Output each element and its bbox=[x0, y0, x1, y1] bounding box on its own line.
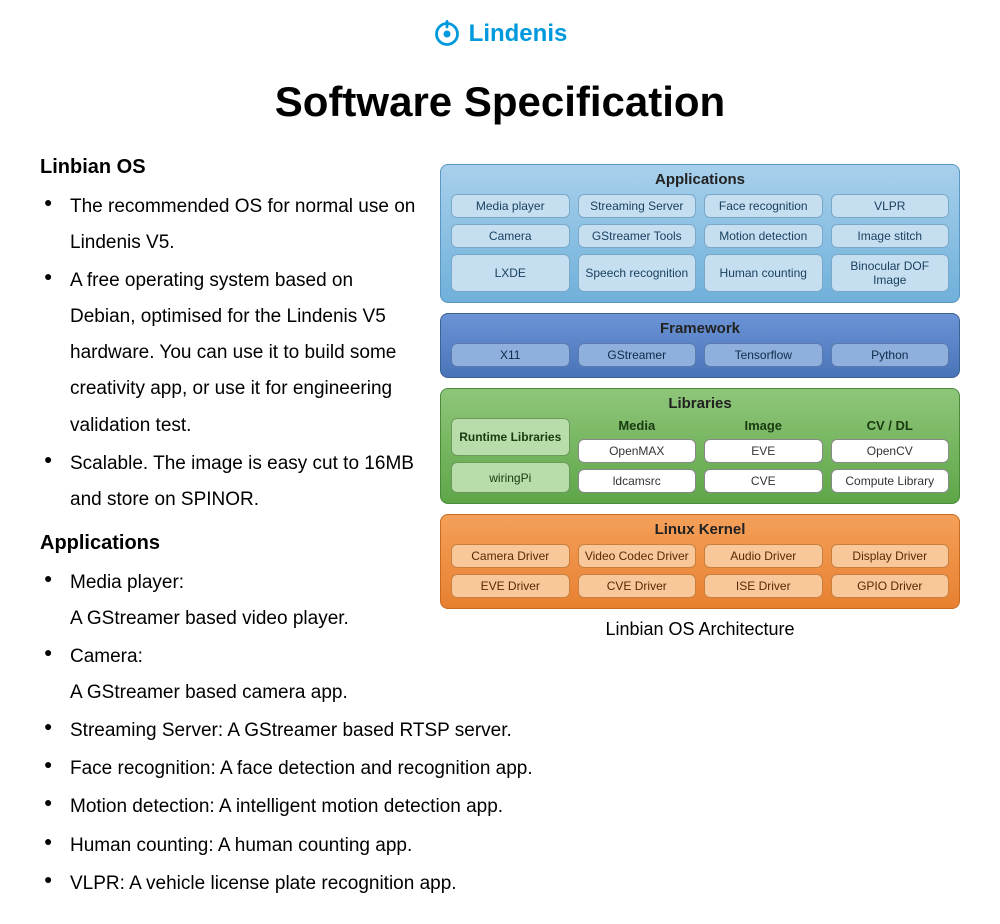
bullet: The recommended OS for normal use on Lin… bbox=[40, 189, 420, 261]
wiringpi-box: wiringPi bbox=[451, 462, 570, 493]
arch-box: Camera bbox=[451, 224, 570, 248]
app-item: Media player: A GStreamer based video pl… bbox=[40, 565, 420, 637]
arch-box: ldcamsrc bbox=[578, 469, 697, 493]
layer-kernel: Linux Kernel Camera Driver Video Codec D… bbox=[440, 514, 960, 609]
bullet: A free operating system based on Debian,… bbox=[40, 263, 420, 443]
arch-box: EVE bbox=[704, 439, 823, 463]
arch-box: ISE Driver bbox=[704, 574, 823, 598]
arch-box: Image stitch bbox=[831, 224, 950, 248]
applications-heading: Applications bbox=[40, 532, 420, 555]
arch-box: Python bbox=[831, 343, 950, 367]
arch-box: Compute Library bbox=[831, 469, 950, 493]
arch-box: GStreamer Tools bbox=[578, 224, 697, 248]
app-item: Face recognition: A face detection and r… bbox=[40, 751, 960, 787]
arch-box: Tensorflow bbox=[704, 343, 823, 367]
applications-list-top: Media player: A GStreamer based video pl… bbox=[40, 565, 420, 711]
page-title: Software Specification bbox=[40, 78, 960, 126]
linbian-heading: Linbian OS bbox=[40, 156, 420, 179]
app-item: Human counting: A human counting app. bbox=[40, 828, 960, 864]
arch-box: CVE bbox=[704, 469, 823, 493]
arch-box: X11 bbox=[451, 343, 570, 367]
layer-framework: Framework X11 GStreamer Tensorflow Pytho… bbox=[440, 313, 960, 378]
arch-box: CVE Driver bbox=[578, 574, 697, 598]
arch-box: Face recognition bbox=[704, 194, 823, 218]
app-item: VLPR: A vehicle license plate recognitio… bbox=[40, 866, 960, 902]
arch-box: Human counting bbox=[704, 254, 823, 292]
arch-box: Media player bbox=[451, 194, 570, 218]
applications-list-bottom: Streaming Server: A GStreamer based RTSP… bbox=[40, 713, 960, 901]
brand-logo: Lindenis bbox=[40, 20, 960, 48]
arch-box: VLPR bbox=[831, 194, 950, 218]
architecture-diagram: Applications Media player Streaming Serv… bbox=[440, 164, 960, 640]
arch-box: Speech recognition bbox=[578, 254, 697, 292]
arch-box: Camera Driver bbox=[451, 544, 570, 568]
arch-box: OpenMAX bbox=[578, 439, 697, 463]
arch-box: Motion detection bbox=[704, 224, 823, 248]
app-item: Motion detection: A intelligent motion d… bbox=[40, 789, 960, 825]
arch-box: Audio Driver bbox=[704, 544, 823, 568]
arch-box: LXDE bbox=[451, 254, 570, 292]
architecture-caption: Linbian OS Architecture bbox=[440, 619, 960, 640]
linbian-bullets: The recommended OS for normal use on Lin… bbox=[40, 189, 420, 518]
arch-box: Binocular DOF Image bbox=[831, 254, 950, 292]
arch-box: OpenCV bbox=[831, 439, 950, 463]
arch-box: GStreamer bbox=[578, 343, 697, 367]
layer-libraries: Libraries Runtime Libraries wiringPi Med… bbox=[440, 388, 960, 504]
layer-applications: Applications Media player Streaming Serv… bbox=[440, 164, 960, 303]
bullet: Scalable. The image is easy cut to 16MB … bbox=[40, 446, 420, 518]
lindenis-logo-icon bbox=[433, 20, 461, 48]
brand-name: Lindenis bbox=[469, 20, 568, 48]
app-item: Streaming Server: A GStreamer based RTSP… bbox=[40, 713, 960, 749]
arch-box: GPIO Driver bbox=[831, 574, 950, 598]
arch-box: EVE Driver bbox=[451, 574, 570, 598]
runtime-libraries-box: Runtime Libraries bbox=[451, 418, 570, 456]
arch-box: Display Driver bbox=[831, 544, 950, 568]
app-item: Camera: A GStreamer based camera app. bbox=[40, 639, 420, 711]
arch-box: Video Codec Driver bbox=[578, 544, 697, 568]
arch-box: Streaming Server bbox=[578, 194, 697, 218]
